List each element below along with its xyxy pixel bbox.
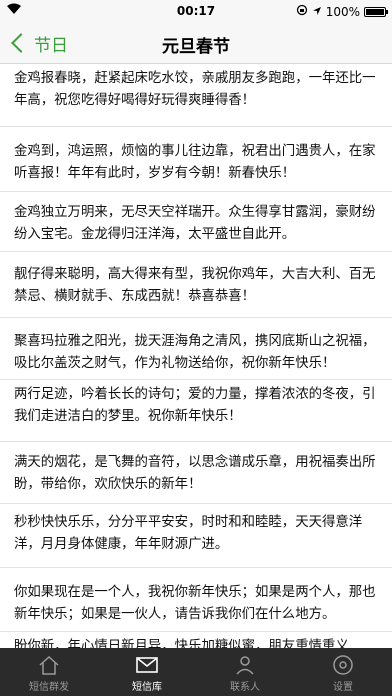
message-list[interactable]: 金鸡报春晓，赶紧起床吃水饺，亲戚朋友多跑跑，一年还比一年高，祝您吃得好喝得好玩得… bbox=[0, 64, 392, 648]
lock-rotation-icon bbox=[296, 4, 308, 19]
message-item[interactable]: 金鸡独立万明来，无尽天空祥瑞开。众生得享甘露润，豪财纷纷入宝宅。金龙得归汪洋海，… bbox=[0, 192, 392, 252]
status-right: 100% bbox=[296, 4, 388, 19]
tab-label: 设置 bbox=[333, 682, 353, 693]
battery-icon bbox=[364, 6, 388, 17]
navigation-bar: 节日 元旦春节 bbox=[0, 22, 392, 64]
page-title: 元旦春节 bbox=[162, 37, 230, 57]
contact-icon bbox=[233, 654, 257, 676]
message-text: 盼你新，年心情日新月异，快乐加糖似蜜，朋友重情重义 bbox=[14, 639, 349, 648]
message-text: 你如果现在是一个人，我祝你新年快乐；如果是两个人，那也新年快乐；如果是一伙人，请… bbox=[14, 585, 376, 622]
tab-contacts[interactable]: 联系人 bbox=[196, 648, 294, 696]
home-icon bbox=[37, 654, 61, 676]
tab-sms-library[interactable]: 短信库 bbox=[98, 648, 196, 696]
message-text: 靓仔得来聪明，高大得来有型，我祝你鸡年，大吉大利、百无禁忌、横财就手、东成西就！… bbox=[14, 267, 376, 304]
location-icon bbox=[312, 5, 322, 19]
message-item[interactable]: 盼你新，年心情日新月异，快乐加糖似蜜，朋友重情重义 bbox=[0, 632, 392, 648]
tab-label: 短信群发 bbox=[29, 682, 69, 693]
envelope-icon bbox=[135, 654, 159, 676]
message-item[interactable]: 靓仔得来聪明，高大得来有型，我祝你鸡年，大吉大利、百无禁忌、横财就手、东成西就！… bbox=[0, 252, 392, 318]
tab-settings[interactable]: 设置 bbox=[294, 648, 392, 696]
message-item[interactable]: 两行足迹，吟着长长的诗句；爱的力量，撑着浓浓的冬夜，引我们走进洁白的梦里。祝你新… bbox=[0, 380, 392, 442]
tab-sms-broadcast[interactable]: 短信群发 bbox=[0, 648, 98, 696]
message-item[interactable]: 金鸡报春晓，赶紧起床吃水饺，亲戚朋友多跑跑，一年还比一年高，祝您吃得好喝得好玩得… bbox=[0, 64, 392, 127]
tab-label: 短信库 bbox=[132, 682, 162, 693]
message-text: 金鸡独立万明来，无尽天空祥瑞开。众生得享甘露润，豪财纷纷入宝宅。金龙得归汪洋海，… bbox=[14, 205, 376, 242]
message-text: 秒秒快快乐乐，分分平平安安，时时和和睦睦，天天得意洋洋，月月身体健康，年年财源广… bbox=[14, 515, 363, 552]
message-text: 金鸡报春晓，赶紧起床吃水饺，亲戚朋友多跑跑，一年还比一年高，祝您吃得好喝得好玩得… bbox=[14, 71, 376, 108]
message-item[interactable]: 秒秒快快乐乐，分分平平安安，时时和和睦睦，天天得意洋洋，月月身体健康，年年财源广… bbox=[0, 504, 392, 568]
message-text: 金鸡到，鸿运照，烦恼的事儿往边靠，祝君出门遇贵人，在家听喜报！年年有此时，岁岁有… bbox=[14, 144, 376, 181]
settings-icon bbox=[331, 654, 355, 676]
message-text: 满天的烟花，是飞舞的音符，以思念谱成乐章，用祝福奏出所盼，带给你，欢欣快乐的新年… bbox=[14, 455, 376, 492]
message-text: 两行足迹，吟着长长的诗句；爱的力量，撑着浓浓的冬夜，引我们走进洁白的梦里。祝你新… bbox=[14, 387, 376, 424]
message-item[interactable]: 金鸡到，鸿运照，烦恼的事儿往边靠，祝君出门遇贵人，在家听喜报！年年有此时，岁岁有… bbox=[0, 127, 392, 192]
message-item[interactable]: 你如果现在是一个人，我祝你新年快乐；如果是两个人，那也新年快乐；如果是一伙人，请… bbox=[0, 568, 392, 632]
message-item[interactable]: 满天的烟花，是飞舞的音符，以思念谱成乐章，用祝福奏出所盼，带给你，欢欣快乐的新年… bbox=[0, 442, 392, 504]
message-text: 聚喜玛拉雅之阳光，拢天涯海角之清风，携冈底斯山之祝福，吸比尔盖茨之财气，作为礼物… bbox=[14, 334, 376, 371]
message-item[interactable]: 聚喜玛拉雅之阳光，拢天涯海角之清风，携冈底斯山之祝福，吸比尔盖茨之财气，作为礼物… bbox=[0, 318, 392, 380]
battery-percent: 100% bbox=[325, 4, 360, 19]
tab-bar: 短信群发 短信库 联系人 设置 bbox=[0, 648, 392, 696]
tab-label: 联系人 bbox=[230, 682, 260, 693]
status-bar: 00:17 100% bbox=[0, 0, 392, 22]
